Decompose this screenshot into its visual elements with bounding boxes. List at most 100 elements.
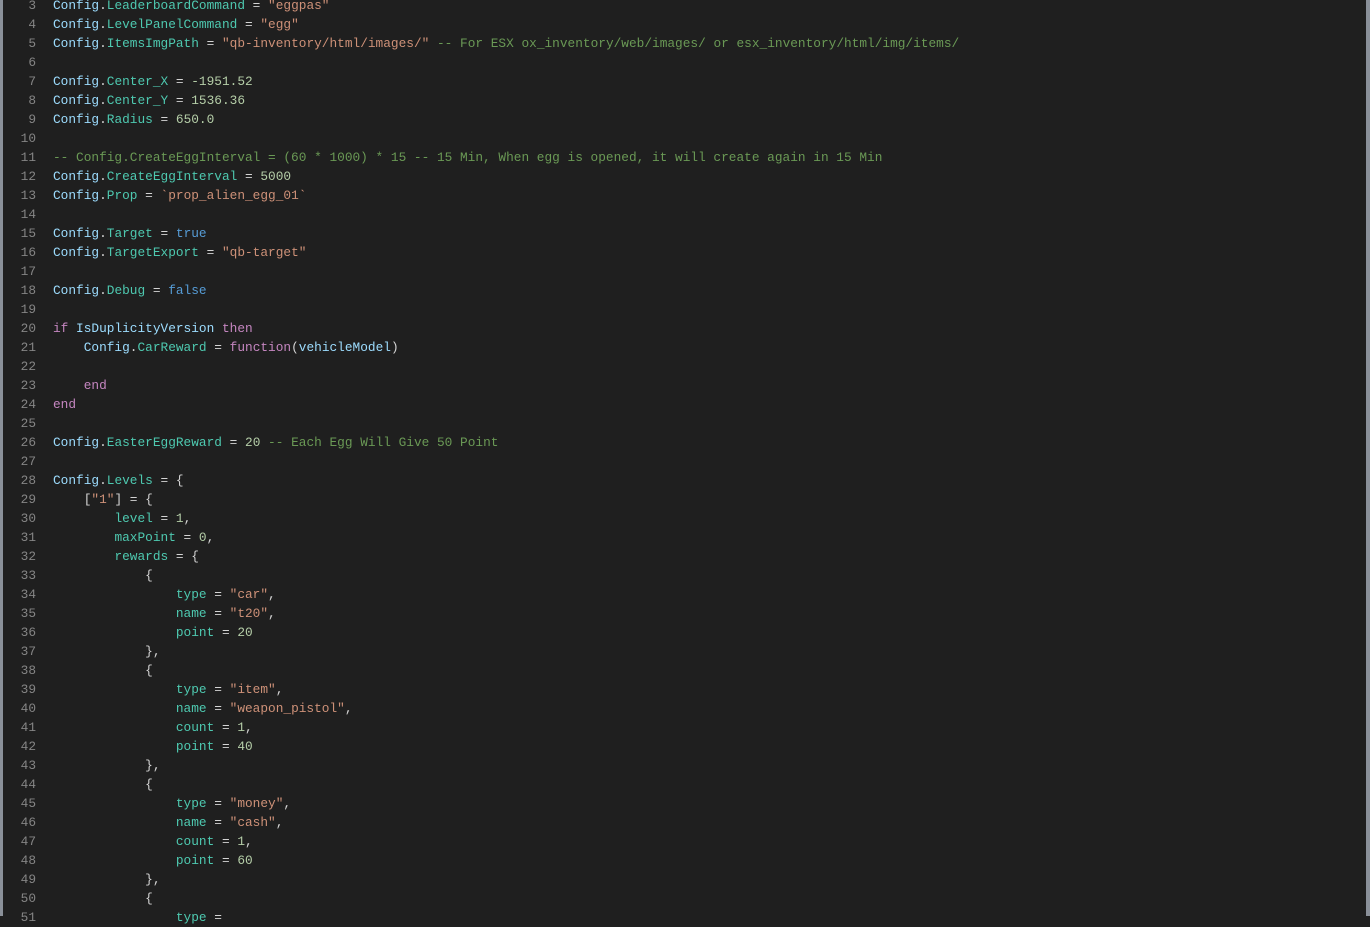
code-text: { — [53, 566, 153, 585]
code-line[interactable]: 45 type = "money", — [3, 794, 1366, 813]
code-token: { — [53, 568, 153, 583]
code-line[interactable]: 37 }, — [3, 642, 1366, 661]
line-number: 42 — [20, 739, 36, 754]
code-token: type — [175, 587, 207, 602]
code-line[interactable]: 16 Config.TargetExport = "qb-target" — [3, 243, 1366, 262]
code-line[interactable]: 7 Config.Center_X = -1951.52 — [3, 72, 1366, 91]
code-line[interactable]: 28 Config.Levels = { — [3, 471, 1366, 490]
code-line[interactable]: 36 point = 20 — [3, 623, 1366, 642]
code-line[interactable]: 4 Config.LevelPanelCommand = "egg" — [3, 15, 1366, 34]
line-number: 40 — [20, 701, 36, 716]
code-editor[interactable]: 3 Config.LeaderboardCommand = "eggpas" 4 Co… — [3, 0, 1366, 927]
code-line[interactable]: 30 level = 1, — [3, 509, 1366, 528]
code-text: type = "item", — [53, 680, 284, 699]
code-token: = — [214, 739, 238, 754]
code-token: 1 — [175, 511, 184, 526]
line-number: 51 — [20, 910, 36, 925]
code-token: . — [99, 93, 107, 108]
code-line[interactable]: 26 Config.EasterEggReward = 20 -- Each Eg… — [3, 433, 1366, 452]
code-text: { — [53, 661, 153, 680]
code-line[interactable]: 43 }, — [3, 756, 1366, 775]
line-number: 14 — [20, 207, 36, 222]
code-line[interactable]: 41 count = 1, — [3, 718, 1366, 737]
code-token: IsDuplicityVersion — [76, 321, 215, 336]
code-text: { — [53, 775, 153, 794]
code-text: }, — [53, 870, 160, 889]
code-line[interactable]: 15 Config.Target = true — [3, 224, 1366, 243]
code-line[interactable]: 24 end — [3, 395, 1366, 414]
code-text: point = 20 — [53, 623, 253, 642]
code-line[interactable]: 3 Config.LeaderboardCommand = "eggpas" — [3, 0, 1366, 15]
code-line[interactable]: 19 — [3, 300, 1366, 319]
code-token: if — [53, 321, 69, 336]
code-token: "qb-target" — [221, 245, 307, 260]
code-line[interactable]: 46 name = "cash", — [3, 813, 1366, 832]
code-token: = — [221, 435, 246, 450]
code-token: . — [99, 74, 107, 89]
line-number: 28 — [20, 473, 36, 488]
code-line[interactable]: 50 { — [3, 889, 1366, 908]
code-line[interactable]: 42 point = 40 — [3, 737, 1366, 756]
code-token: name — [175, 701, 207, 716]
code-line[interactable]: 23 end — [3, 376, 1366, 395]
code-line[interactable]: 40 name = "weapon_pistol", — [3, 699, 1366, 718]
code-line[interactable]: 31 maxPoint = 0, — [3, 528, 1366, 547]
code-token: count — [175, 720, 215, 735]
code-token: 20 — [237, 625, 253, 640]
code-line[interactable]: 21 Config.CarReward = function(vehicleMo… — [3, 338, 1366, 357]
code-token: Config — [53, 36, 100, 51]
code-line[interactable]: 39 type = "item", — [3, 680, 1366, 699]
code-line[interactable]: 49 }, — [3, 870, 1366, 889]
code-line[interactable]: 48 point = 60 — [3, 851, 1366, 870]
code-text: Config.Center_Y = 1536.36 — [53, 91, 245, 110]
code-line[interactable]: 20 if IsDuplicityVersion then — [3, 319, 1366, 338]
code-line[interactable]: 13 Config.Prop = `prop_alien_egg_01` — [3, 186, 1366, 205]
code-line[interactable]: 44 { — [3, 775, 1366, 794]
code-text: type = "money", — [53, 794, 291, 813]
code-token: = — [152, 511, 176, 526]
code-line[interactable]: 11 -- Config.CreateEggInterval = (60 * 10… — [3, 148, 1366, 167]
code-line[interactable]: 17 — [3, 262, 1366, 281]
code-token: 5000 — [260, 169, 292, 184]
code-line[interactable]: 27 — [3, 452, 1366, 471]
code-token: Radius — [106, 112, 153, 127]
code-line[interactable]: 34 type = "car", — [3, 585, 1366, 604]
code-token: . — [99, 17, 107, 32]
code-text: name = "t20", — [53, 604, 276, 623]
code-line[interactable]: 35 name = "t20", — [3, 604, 1366, 623]
code-line[interactable]: 8 Config.Center_Y = 1536.36 — [3, 91, 1366, 110]
code-token: = — [168, 74, 192, 89]
code-line[interactable]: 51 type = — [3, 908, 1366, 927]
code-text: Config.EasterEggReward = 20 -- Each Egg … — [53, 433, 498, 452]
code-token: , — [283, 796, 292, 811]
code-text: rewards = { — [53, 547, 198, 566]
code-line[interactable]: 47 count = 1, — [3, 832, 1366, 851]
vertical-scrollbar[interactable] — [1366, 0, 1370, 916]
code-text: point = 40 — [53, 737, 253, 756]
code-line[interactable]: 6 — [3, 53, 1366, 72]
line-number: 21 — [20, 340, 36, 355]
code-line[interactable]: 29 ["1"] = { — [3, 490, 1366, 509]
code-line[interactable]: 33 { — [3, 566, 1366, 585]
code-line[interactable]: 18 Config.Debug = false — [3, 281, 1366, 300]
code-token: = — [206, 606, 230, 621]
code-text: }, — [53, 756, 160, 775]
code-line[interactable]: 38 { — [3, 661, 1366, 680]
code-token: Center_X — [106, 74, 169, 89]
code-token: then — [221, 321, 253, 336]
code-line[interactable]: 9 Config.Radius = 650.0 — [3, 110, 1366, 129]
code-line[interactable]: 25 — [3, 414, 1366, 433]
code-line[interactable]: 12 Config.CreateEggInterval = 5000 — [3, 167, 1366, 186]
code-line[interactable]: 14 — [3, 205, 1366, 224]
code-token: "qb-inventory/html/images/" — [221, 36, 430, 51]
code-line[interactable]: 32 rewards = { — [3, 547, 1366, 566]
code-text: Config.TargetExport = "qb-target" — [53, 243, 306, 262]
code-line[interactable]: 10 — [3, 129, 1366, 148]
code-token: = — [198, 36, 222, 51]
code-line[interactable]: 22 — [3, 357, 1366, 376]
code-line[interactable]: 5 Config.ItemsImgPath = "qb-inventory/htm… — [3, 34, 1366, 53]
code-token: , — [275, 682, 284, 697]
